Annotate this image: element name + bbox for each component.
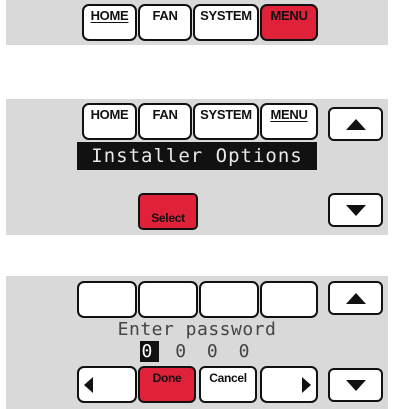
- fan-tab-label: FAN: [152, 8, 178, 23]
- fan-tab[interactable]: FAN: [138, 4, 192, 41]
- password-digits: 0 0 0 0: [77, 341, 317, 363]
- home-tab[interactable]: HOME: [82, 4, 137, 41]
- select-button-label: Select: [151, 211, 185, 225]
- home-tab[interactable]: HOME: [82, 103, 137, 140]
- down-arrow-button[interactable]: [328, 368, 383, 402]
- up-arrow-button[interactable]: [328, 107, 383, 141]
- blank-soft-key-2[interactable]: [138, 281, 198, 318]
- blank-soft-key-4[interactable]: [260, 281, 318, 318]
- arrow-right-icon: [302, 376, 311, 393]
- home-tab-label: HOME: [90, 107, 129, 122]
- menu-tab-label: MENU: [270, 107, 308, 122]
- up-arrow-button[interactable]: [328, 281, 383, 315]
- password-digit-4[interactable]: 0: [239, 341, 255, 362]
- password-digit-2[interactable]: 0: [175, 341, 191, 362]
- left-arrow-button[interactable]: [77, 366, 137, 403]
- menu-tab[interactable]: MENU: [260, 4, 318, 41]
- fan-tab-label: FAN: [152, 107, 178, 122]
- system-tab[interactable]: SYSTEM: [193, 103, 259, 140]
- system-tab-label: SYSTEM: [200, 8, 252, 23]
- password-digit-3[interactable]: 0: [207, 341, 223, 362]
- home-tab-label: HOME: [90, 8, 129, 23]
- down-arrow-button[interactable]: [328, 193, 383, 227]
- done-button[interactable]: Done: [138, 366, 196, 403]
- password-digit-1-selected[interactable]: 0: [139, 341, 160, 362]
- prompt-text: Enter password: [117, 319, 277, 340]
- select-button[interactable]: Select: [138, 193, 198, 230]
- done-button-label: Done: [152, 371, 182, 385]
- cancel-button-label: Cancel: [209, 371, 247, 385]
- blank-soft-key-3[interactable]: [199, 281, 259, 318]
- right-arrow-button[interactable]: [260, 366, 318, 403]
- arrow-up-icon: [345, 292, 366, 304]
- system-tab-label: SYSTEM: [200, 107, 252, 122]
- installer-options-banner: Installer Options: [77, 142, 317, 170]
- banner-text: Installer Options: [91, 145, 303, 167]
- arrow-down-icon: [345, 379, 366, 391]
- menu-tab-label: MENU: [270, 8, 308, 23]
- fan-tab[interactable]: FAN: [138, 103, 192, 140]
- menu-tab[interactable]: MENU: [260, 103, 318, 140]
- arrow-down-icon: [345, 204, 366, 216]
- blank-soft-key-1[interactable]: [77, 281, 137, 318]
- arrow-up-icon: [345, 118, 366, 130]
- enter-password-prompt: Enter password: [77, 319, 317, 341]
- cancel-button[interactable]: Cancel: [199, 366, 257, 403]
- arrow-left-icon: [84, 376, 93, 393]
- system-tab[interactable]: SYSTEM: [193, 4, 259, 41]
